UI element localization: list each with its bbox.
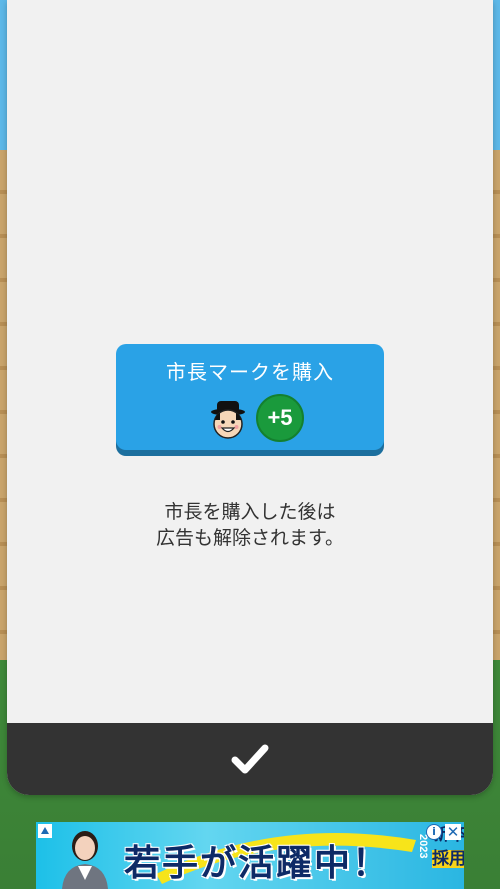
purchase-dialog: 市長マークを購入 +5 市長を購入した後は 広告も解除されます。 — [7, 0, 493, 795]
bonus-badge: +5 — [256, 394, 304, 442]
ad-headline: 若手が活躍中！ — [124, 842, 391, 883]
ad-close-icon[interactable]: ✕ — [445, 824, 461, 840]
buy-button-label: 市長マークを購入 — [166, 362, 334, 384]
advertiser-logo-icon — [38, 824, 52, 838]
mayor-face-icon — [211, 401, 245, 439]
description-line-1: 市長を購入した後は — [164, 502, 336, 523]
ad-tag-line-2: 採用 — [432, 849, 464, 868]
description-line-2: 広告も解除されます。 — [155, 528, 345, 549]
confirm-button[interactable] — [7, 723, 493, 795]
checkmark-icon — [231, 744, 269, 774]
ad-person-image — [62, 831, 108, 889]
purchase-description: 市長を購入した後は 広告も解除されます。 — [7, 500, 493, 552]
buy-mayor-mark-button[interactable]: 市長マークを購入 +5 — [116, 344, 384, 450]
ad-info-icon[interactable]: i — [426, 824, 442, 840]
ad-banner[interactable]: 若手が活躍中！ 2023 新卒 採用 i ✕ — [36, 822, 464, 889]
ad-year: 2023 — [417, 834, 429, 859]
